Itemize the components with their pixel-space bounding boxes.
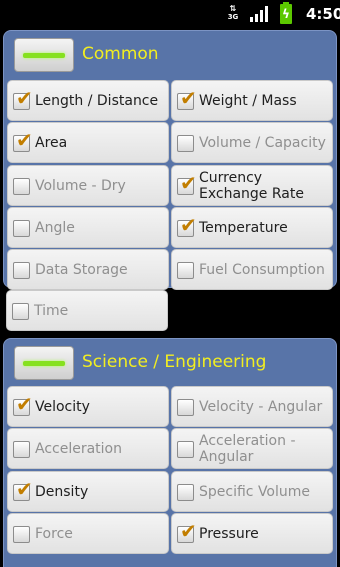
category-item-fuel-consumption[interactable]: ✔ Fuel Consumption (171, 249, 333, 290)
signal-strength-icon (250, 6, 270, 22)
category-label: Acceleration - Angular (199, 432, 296, 465)
status-clock: 4:50 (306, 5, 340, 23)
group-header-common: Common (4, 31, 336, 77)
toggle-indicator-light-icon (23, 361, 65, 366)
network-3g-icon: ⇅ 3G (227, 4, 239, 22)
checkmark-icon: ✔ (16, 477, 33, 501)
category-item-data-storage[interactable]: ✔ Data Storage (7, 249, 169, 290)
category-item-temperature[interactable]: ✔ Temperature (171, 207, 333, 248)
checkbox[interactable]: ✔ (13, 130, 33, 152)
checkmark-icon: ✔ (180, 213, 197, 237)
category-item-volume-capacity[interactable]: ✔ Volume / Capacity (171, 122, 333, 163)
category-label: Area (35, 134, 68, 151)
group-science-engineering: Science / Engineering ✔ Velocity ✔ Veloc… (3, 338, 337, 567)
category-label: Velocity - Angular (199, 398, 323, 415)
group-header-science-engineering: Science / Engineering (4, 339, 336, 385)
category-item-acceleration[interactable]: ✔ Acceleration (7, 428, 169, 469)
checkbox[interactable]: ✔ (13, 262, 30, 279)
category-label: Currency Exchange Rate (199, 169, 304, 202)
checkbox[interactable]: ✔ (12, 303, 29, 320)
checkbox[interactable]: ✔ (13, 88, 33, 110)
checkbox[interactable]: ✔ (177, 399, 194, 416)
group-toggle-button-common[interactable] (14, 38, 74, 72)
category-label: Fuel Consumption (199, 261, 325, 278)
category-item-time[interactable]: ✔ Time (6, 290, 168, 331)
status-bar: ⇅ 3G ϟ 4:50 (0, 0, 340, 28)
category-item-velocity[interactable]: ✔ Velocity (7, 386, 169, 427)
category-item-specific-volume[interactable]: ✔ Specific Volume (171, 471, 333, 512)
checkbox[interactable]: ✔ (177, 135, 194, 152)
category-label: Temperature (199, 219, 288, 236)
category-label: Angle (35, 219, 75, 236)
checkbox[interactable]: ✔ (177, 441, 194, 458)
checkbox[interactable]: ✔ (13, 441, 30, 458)
converter-category-list[interactable]: Common ✔ Length / Distance ✔ Weight / Ma… (0, 28, 340, 567)
category-label: Length / Distance (35, 92, 159, 109)
checkmark-icon: ✔ (16, 128, 33, 152)
checkmark-icon: ✔ (16, 392, 33, 416)
battery-charging-icon: ϟ (280, 2, 292, 24)
checkbox[interactable]: ✔ (13, 479, 33, 501)
category-label: Density (35, 483, 89, 500)
group-toggle-button-science-engineering[interactable] (14, 346, 74, 380)
category-item-currency-exchange-rate[interactable]: ✔ Currency Exchange Rate (171, 165, 333, 206)
category-label: Acceleration (35, 440, 122, 457)
group-common: Common ✔ Length / Distance ✔ Weight / Ma… (3, 30, 337, 290)
category-item-length-distance[interactable]: ✔ Length / Distance (7, 80, 169, 121)
category-label: Velocity (35, 398, 90, 415)
category-label: Time (34, 302, 69, 319)
checkmark-icon: ✔ (180, 171, 197, 195)
category-item-pressure[interactable]: ✔ Pressure (171, 513, 333, 554)
checkbox[interactable]: ✔ (177, 88, 197, 110)
checkbox[interactable]: ✔ (13, 394, 33, 416)
checkmark-icon: ✔ (180, 519, 197, 543)
group-title: Science / Engineering (82, 352, 267, 372)
category-item-acceleration-angular[interactable]: ✔ Acceleration - Angular (171, 428, 333, 469)
checkbox[interactable]: ✔ (13, 178, 30, 195)
category-label: Weight / Mass (199, 92, 297, 109)
checkbox[interactable]: ✔ (177, 484, 194, 501)
checkbox[interactable]: ✔ (177, 521, 197, 543)
group-title: Common (82, 44, 159, 64)
category-item-velocity-angular[interactable]: ✔ Velocity - Angular (171, 386, 333, 427)
checkbox[interactable]: ✔ (177, 173, 197, 195)
checkbox[interactable]: ✔ (177, 262, 194, 279)
category-label: Data Storage (35, 261, 128, 278)
category-label: Force (35, 525, 73, 542)
category-item-weight-mass[interactable]: ✔ Weight / Mass (171, 80, 333, 121)
category-item-angle[interactable]: ✔ Angle (7, 207, 169, 248)
category-item-force[interactable]: ✔ Force (7, 513, 169, 554)
category-item-area[interactable]: ✔ Area (7, 122, 169, 163)
category-label: Volume - Dry (35, 177, 126, 194)
checkmark-icon: ✔ (16, 86, 33, 110)
toggle-indicator-light-icon (23, 53, 65, 58)
category-label: Volume / Capacity (199, 134, 326, 151)
category-item-density[interactable]: ✔ Density (7, 471, 169, 512)
category-label: Specific Volume (199, 483, 311, 500)
checkmark-icon: ✔ (180, 86, 197, 110)
checkbox[interactable]: ✔ (177, 215, 197, 237)
checkbox[interactable]: ✔ (13, 220, 30, 237)
checkbox[interactable]: ✔ (13, 526, 30, 543)
category-item-volume-dry[interactable]: ✔ Volume - Dry (7, 165, 169, 206)
category-label: Pressure (199, 525, 259, 542)
